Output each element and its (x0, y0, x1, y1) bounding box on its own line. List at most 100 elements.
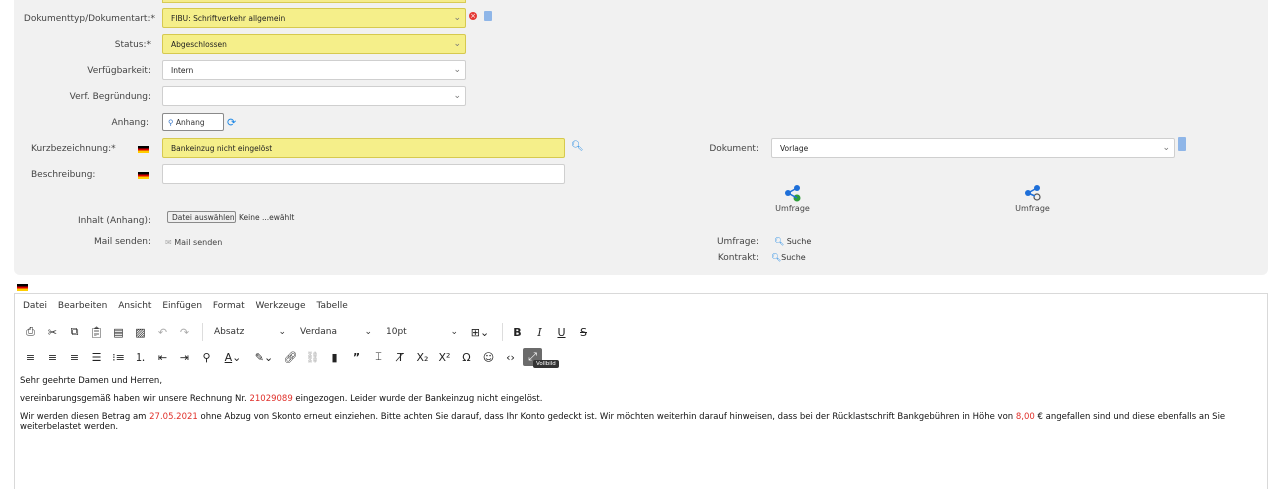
menu-werkzeuge[interactable]: Werkzeuge (256, 301, 306, 311)
menu-bearbeiten[interactable]: Bearbeiten (58, 301, 107, 311)
document-icon[interactable] (1178, 137, 1186, 151)
indent-icon[interactable]: ⇥ (175, 348, 194, 366)
debit-date: 27.05.2021 (149, 412, 198, 422)
bold-icon[interactable]: B (508, 323, 527, 341)
survey-search-button[interactable]: Umfrage (1010, 184, 1055, 213)
status-select[interactable]: Abgeschlossen ⌄ (162, 34, 466, 54)
german-flag-icon (17, 284, 28, 291)
paste-icon[interactable]: 📋︎ (87, 323, 106, 341)
chevron-down-icon: ⌄ (450, 327, 458, 337)
table-icon[interactable]: ⊞⌄ (466, 323, 494, 341)
menu-format[interactable]: Format (213, 301, 245, 311)
clear-format-icon[interactable]: T̸ (391, 348, 410, 366)
bullet-list-icon[interactable]: ⁝≡ (109, 348, 128, 366)
superscript-icon[interactable]: X² (435, 348, 454, 366)
survey-add-button[interactable]: Umfrage (770, 184, 815, 213)
unlink-icon[interactable]: ⛓ (303, 348, 322, 366)
status-value: Abgeschlossen (171, 40, 227, 49)
doctype-value: FIBU: Schriftverkehr allgemein (171, 14, 286, 23)
block-format-select[interactable]: Absatz ⌄ (208, 323, 292, 341)
chevron-down-icon: ⌄ (453, 13, 461, 23)
paperclip-icon: ⚲ (168, 118, 174, 127)
toolbar-divider (202, 323, 203, 341)
letter-paragraph-2: Wir werden diesen Betrag am 27.05.2021 o… (20, 412, 1260, 432)
font-size-select[interactable]: 10pt ⌄ (380, 323, 464, 341)
align-left-icon[interactable]: ≡ (21, 348, 40, 366)
chevron-down-icon: ⌄ (453, 39, 461, 49)
italic-icon[interactable]: I (530, 323, 549, 341)
editor-toolbar-2: ≡ ≡ ≡ ☰ ⁝≡ ⒈ ⇤ ⇥ ⚲ A ⌄ ✎⌄ 🔗︎ ⛓ ▮ ” ⌶ T̸ X… (21, 347, 571, 368)
special-char-icon[interactable]: Ω (457, 348, 476, 366)
source-code-icon[interactable]: ‹› (501, 348, 520, 366)
outdent-icon[interactable]: ⇤ (153, 348, 172, 366)
find-icon[interactable]: ⚲ (197, 348, 216, 366)
availability-value: Intern (171, 66, 194, 75)
menu-einfuegen[interactable]: Einfügen (162, 301, 202, 311)
blockquote-icon[interactable]: ” (347, 348, 366, 366)
refresh-icon[interactable]: ⟳ (227, 116, 236, 129)
align-right-icon[interactable]: ≡ (65, 348, 84, 366)
chevron-down-icon: ⌄ (1162, 143, 1170, 153)
numbered-list-icon[interactable]: ⒈ (131, 348, 150, 366)
german-flag-icon (138, 146, 149, 153)
align-justify-icon[interactable]: ☰ (87, 348, 106, 366)
highlight-color-icon[interactable]: ✎⌄ (250, 348, 278, 366)
paste-text-icon[interactable]: ▤ (109, 323, 128, 341)
availability-select[interactable]: Intern ⌄ (162, 60, 466, 80)
block-format-value: Absatz (214, 327, 245, 337)
search-icon[interactable]: 🔍︎ (571, 141, 584, 152)
contract-search-link[interactable]: 🔍︎Suche (771, 253, 806, 262)
previous-field-edge (162, 0, 466, 3)
editor-content[interactable]: Sehr geehrte Damen und Herren, vereinbar… (20, 376, 1260, 440)
undo-icon[interactable]: ↶ (153, 323, 172, 341)
paragraph-text: vereinbarungsgemäß haben wir unsere Rech… (20, 394, 250, 404)
reason-label: Verf. Begründung: (69, 92, 151, 102)
copy-icon[interactable]: ⧉ (65, 323, 84, 341)
description-label: Beschreibung: (31, 170, 96, 180)
menu-tabelle[interactable]: Tabelle (316, 301, 347, 311)
underline-icon[interactable]: U (552, 323, 571, 341)
invoice-number: 21029089 (249, 394, 293, 404)
page-break-icon[interactable]: ⌶ (369, 348, 388, 366)
image-icon[interactable]: ▨ (131, 323, 150, 341)
shortname-input[interactable]: Bankeinzug nicht eingelöst (162, 138, 565, 158)
menu-datei[interactable]: Datei (23, 301, 47, 311)
attachment-button[interactable]: ⚲ Anhang (162, 113, 224, 131)
shortname-value: Bankeinzug nicht eingelöst (171, 144, 273, 153)
letter-greeting: Sehr geehrte Damen und Herren, (20, 376, 163, 386)
chevron-down-icon: ⌄ (364, 327, 372, 337)
doctype-select[interactable]: FIBU: Schriftverkehr allgemein ⌄ (162, 8, 466, 28)
status-label: Status:* (114, 40, 151, 50)
description-input[interactable] (162, 164, 565, 184)
cut-icon[interactable]: ✂ (43, 323, 62, 341)
bookmark-icon[interactable]: ▮ (325, 348, 344, 366)
font-size-value: 10pt (386, 327, 407, 337)
survey-search-label: Umfrage (1015, 204, 1050, 213)
editor-toolbar-1: ⎙ ✂ ⧉ 📋︎ ▤ ▨ ↶ ↷ Absatz ⌄ Verdana ⌄ 10pt ⌄ … (21, 322, 596, 342)
text-color-icon[interactable]: A ⌄ (219, 348, 247, 366)
redo-icon[interactable]: ↷ (175, 323, 194, 341)
file-choose-button[interactable]: Datei auswählen (167, 211, 236, 223)
paragraph-text: Wir werden diesen Betrag am (20, 412, 150, 422)
subscript-icon[interactable]: X₂ (413, 348, 432, 366)
chevron-down-icon: ⌄ (278, 327, 286, 337)
align-center-icon[interactable]: ≡ (43, 348, 62, 366)
document-value: Vorlage (780, 144, 809, 153)
file-status-text: Keine ...ewählt (239, 213, 295, 222)
font-family-select[interactable]: Verdana ⌄ (294, 323, 378, 341)
document-select[interactable]: Vorlage ⌄ (771, 138, 1175, 158)
mail-send-toggle[interactable]: ✉ Mail senden (165, 238, 222, 247)
survey-search-link[interactable]: 🔍︎ Suche (774, 237, 811, 246)
strikethrough-icon[interactable]: S (574, 323, 593, 341)
document-icon[interactable] (484, 11, 492, 21)
clear-icon[interactable]: × (469, 12, 477, 20)
menu-ansicht[interactable]: Ansicht (118, 301, 151, 311)
emoji-icon[interactable]: ☺ (479, 348, 498, 366)
german-flag-icon (138, 172, 149, 179)
link-icon[interactable]: 🔗︎ (281, 348, 300, 366)
reason-select[interactable]: ⌄ (162, 86, 466, 106)
survey-add-label: Umfrage (775, 204, 810, 213)
print-icon[interactable]: ⎙ (21, 323, 40, 341)
doctype-label: Dokumenttyp/Dokumentart:* (23, 14, 155, 24)
search-icon: 🔍︎ (774, 237, 785, 246)
